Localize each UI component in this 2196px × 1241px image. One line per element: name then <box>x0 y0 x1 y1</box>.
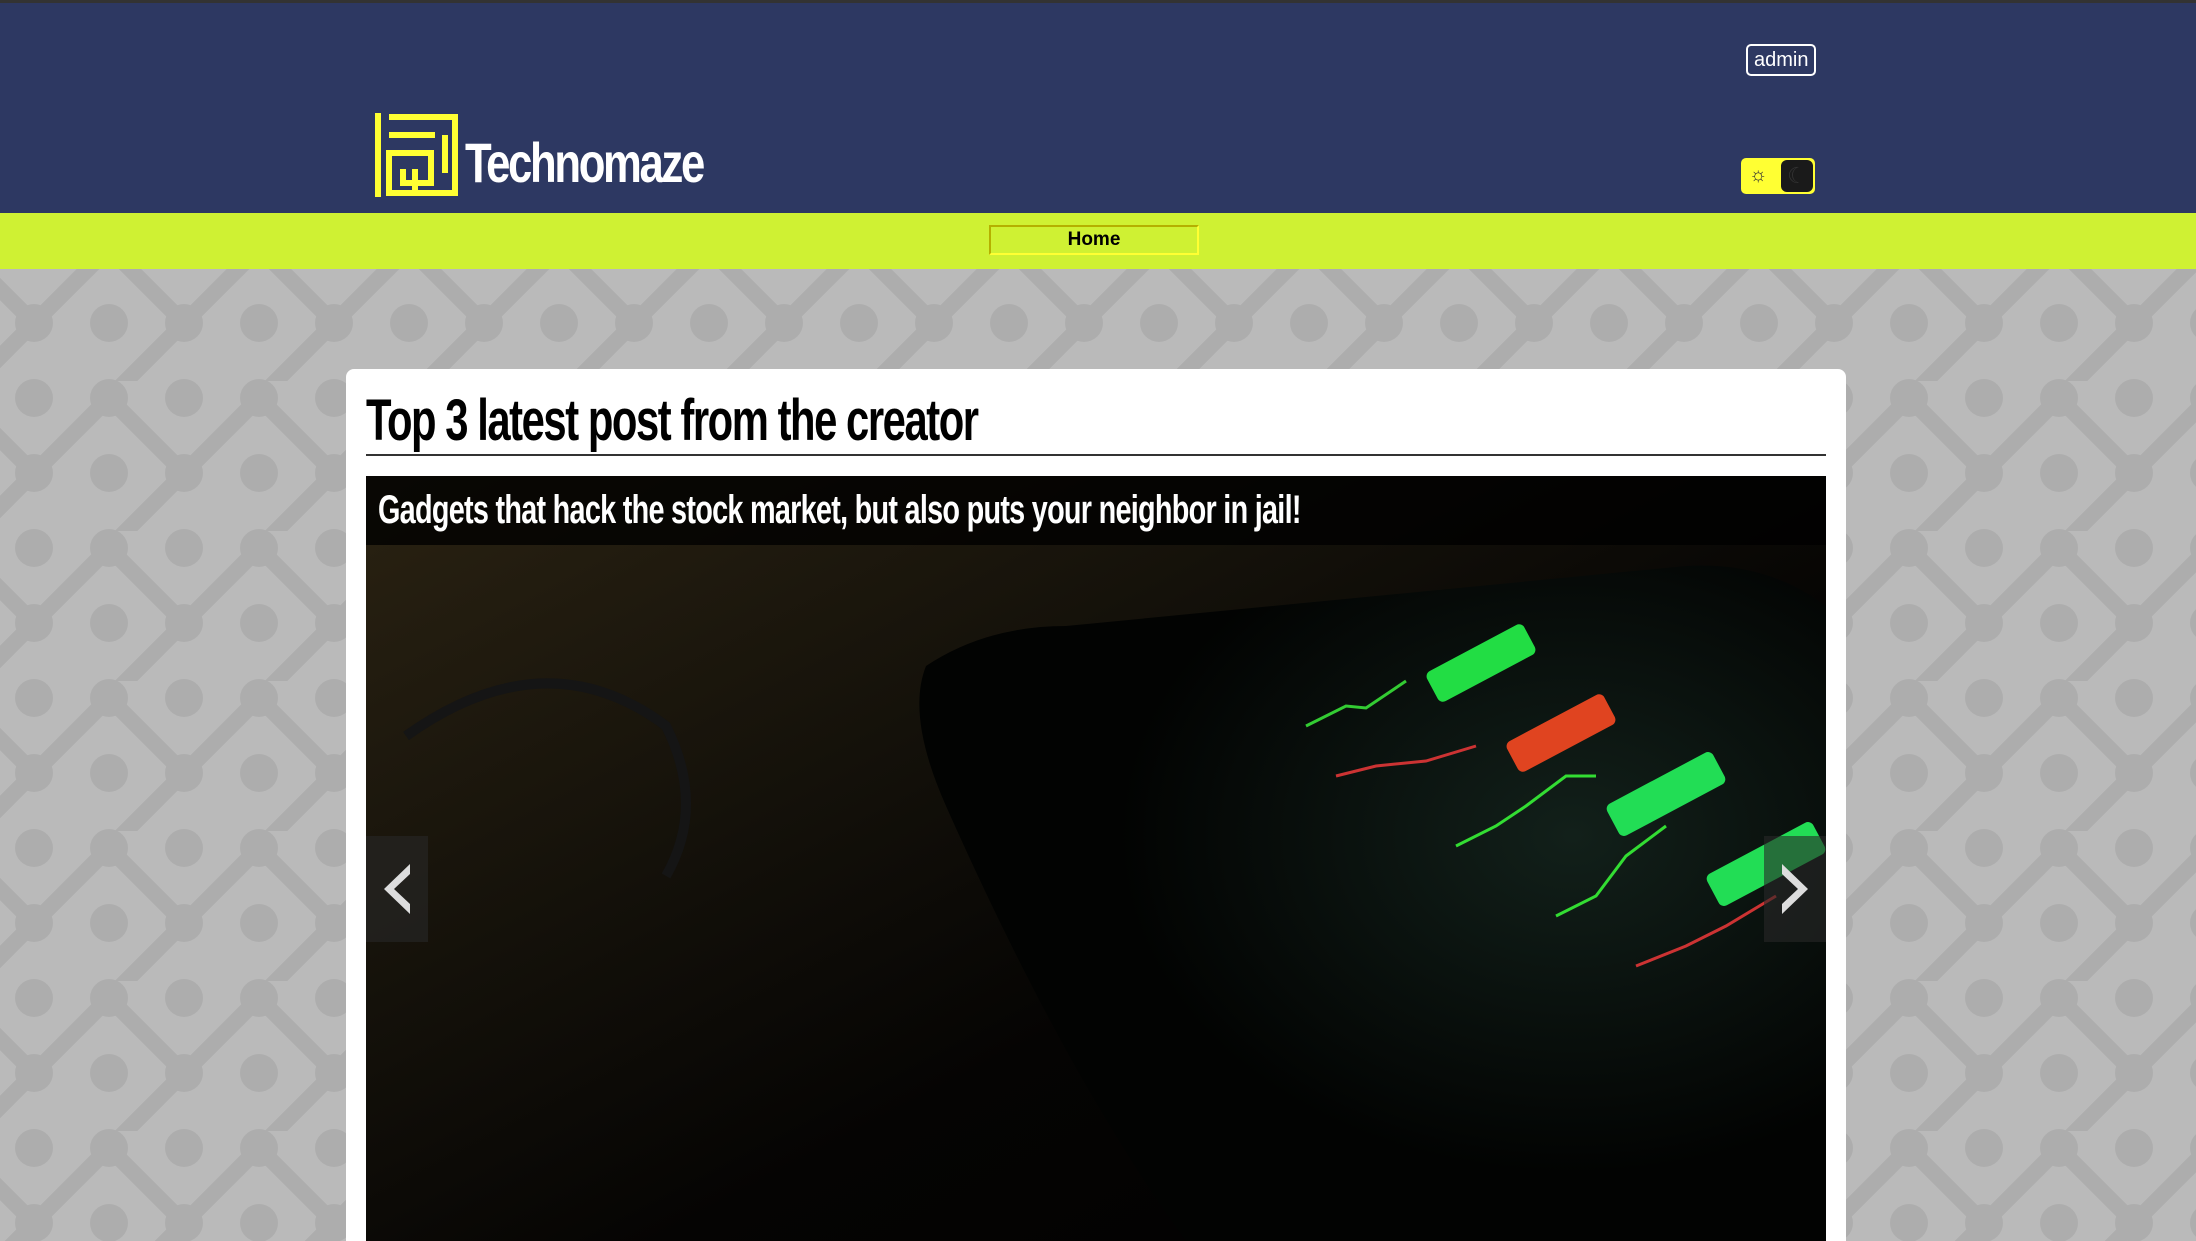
nav-item-home[interactable]: Home <box>989 225 1199 255</box>
post-caption-bar[interactable]: Gadgets that hack the stock market, but … <box>366 476 1826 545</box>
carousel-next-button[interactable] <box>1764 836 1826 942</box>
theme-toggle[interactable]: ☼ ☾ <box>1741 158 1815 194</box>
chevron-left-icon <box>384 864 410 914</box>
site-logo[interactable]: Technomaze <box>375 113 770 197</box>
sun-icon: ☼ <box>1749 164 1768 186</box>
post-caption[interactable]: Gadgets that hack the stock market, but … <box>378 486 1301 534</box>
chevron-right-icon <box>1782 864 1808 914</box>
title-divider <box>366 454 1826 456</box>
brand-name: Technomaze <box>465 131 705 194</box>
main-nav: Home <box>0 213 2196 269</box>
site-header: admin Technomaze ☼ ☾ <box>0 0 2196 213</box>
admin-user-button[interactable]: admin <box>1746 44 1817 76</box>
section-title: Top 3 latest post from the creator <box>366 388 979 453</box>
latest-posts-card: Top 3 latest post from the creator Gadge… <box>346 369 1846 1241</box>
post-image <box>366 476 1826 1241</box>
maze-logo-icon <box>375 113 458 197</box>
post-carousel[interactable]: Gadgets that hack the stock market, but … <box>366 476 1826 1241</box>
moon-icon: ☾ <box>1781 160 1813 192</box>
carousel-prev-button[interactable] <box>366 836 428 942</box>
